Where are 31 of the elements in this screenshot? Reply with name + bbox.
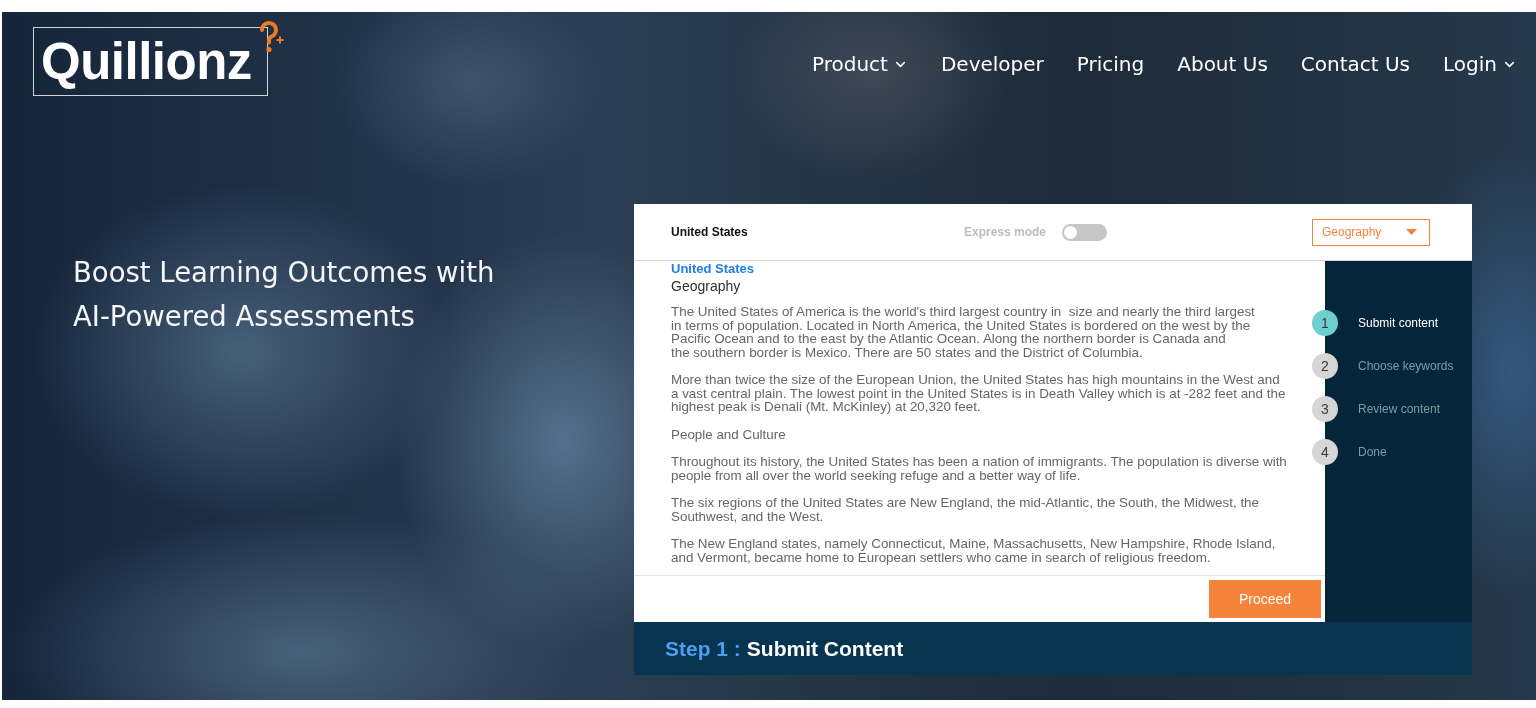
caret-down-icon bbox=[1406, 229, 1417, 235]
content-paragraph: Throughout its history, the United States has been a nation of immigrants. The population is diverse with people from all over the world seeking refuge and a better way of life. bbox=[671, 455, 1287, 482]
step-label: Review content bbox=[1358, 402, 1441, 416]
nav-link[interactable]: Login bbox=[1443, 52, 1517, 76]
nav-link[interactable]: Developer bbox=[940, 52, 1044, 76]
nav-link[interactable]: About Us bbox=[1177, 52, 1268, 76]
logo-link[interactable]: Quillionz bbox=[33, 27, 268, 96]
nav-link[interactable]: Pricing bbox=[1076, 52, 1145, 76]
step-number: 3 bbox=[1312, 396, 1338, 422]
content-subtitle: Geography bbox=[671, 278, 741, 294]
toggle-label: Express mode bbox=[964, 225, 1047, 239]
question-mark-icon bbox=[258, 20, 284, 53]
document-title: United States bbox=[671, 225, 748, 239]
step-number: 4 bbox=[1312, 439, 1338, 465]
toggle-switch[interactable] bbox=[1062, 223, 1108, 241]
step-label: Submit content bbox=[1358, 316, 1439, 330]
nav-link[interactable]: Product bbox=[812, 52, 908, 76]
step-label: Choose keywords bbox=[1358, 359, 1454, 373]
content-paragraph: The New England states, namely Connecticut, Maine, Massachusetts, New Hampshire, Rhode Island, and Vermont, became home to European settlers who came in search of religious freedom. bbox=[671, 537, 1276, 564]
nav-link[interactable]: Contact Us bbox=[1300, 52, 1411, 76]
step-title: Submit Content bbox=[746, 636, 904, 661]
content-title: United States bbox=[671, 262, 755, 276]
step-number: 2 bbox=[1312, 353, 1338, 379]
step-number: 1 bbox=[1312, 310, 1338, 336]
step-prefix: Step 1 : bbox=[665, 636, 741, 661]
content-paragraph: The United States of America is the world's third largest country in size and nearly the third largest in terms of population. Located in North America, the United States is bordered on the west by the Pacific Ocean and to the east by the Atlantic Ocean. Along the northern border is Canada and the southern border is Mexico. There are 50 states and the District of Columbia. bbox=[671, 305, 1255, 359]
hero-headline: Boost Learning Outcomes with AI-Powered Assessments bbox=[73, 255, 496, 334]
content-paragraph: People and Culture bbox=[671, 427, 786, 441]
content-paragraph: More than twice the size of the European Union, the United States has high mountains in the West and a vast central plain. The lowest point in the United States is in Death Valley which is at -282 feet and the highest peak is Denali (Mt. McKinley) at 20,320 feet. bbox=[671, 373, 1286, 414]
content-paragraph: The six regions of the United States are New England, the mid-Atlantic, the South, the Midwest, the Southwest, and the West. bbox=[671, 496, 1259, 523]
step-label: Done bbox=[1358, 445, 1387, 459]
